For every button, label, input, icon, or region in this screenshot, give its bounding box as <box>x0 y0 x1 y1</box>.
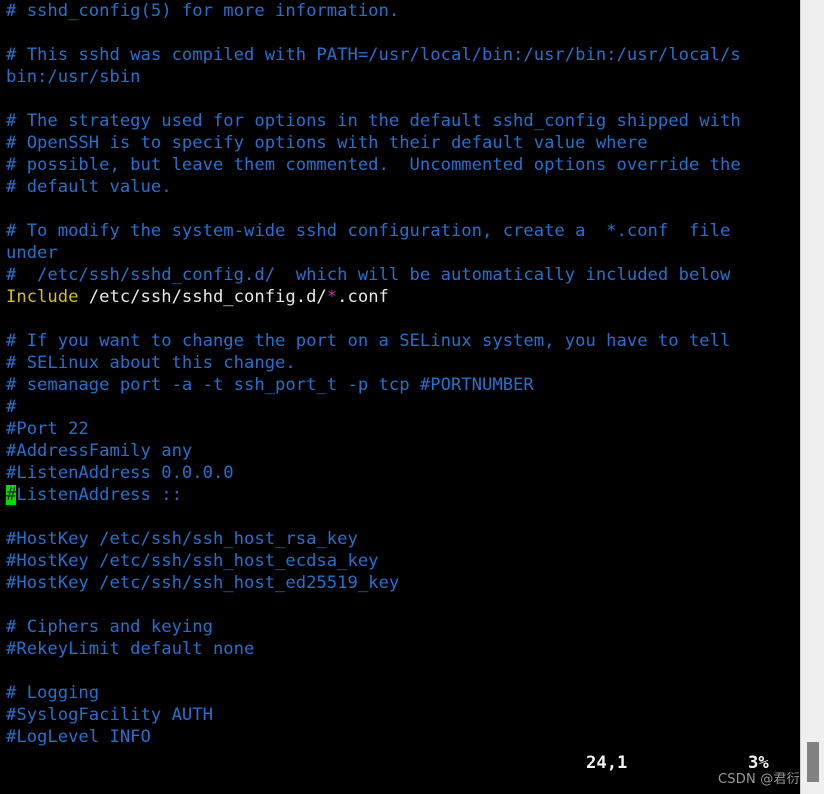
buffer-line[interactable]: bin:/usr/sbin <box>0 66 800 88</box>
buffer-line[interactable] <box>0 660 800 682</box>
buffer-line[interactable]: # /etc/ssh/sshd_config.d/ which will be … <box>0 264 800 286</box>
buffer-text: bin:/usr/sbin <box>6 67 141 87</box>
vertical-scrollbar[interactable] <box>800 0 824 794</box>
text-cursor: # <box>6 485 17 505</box>
buffer-text: # This sshd was compiled with PATH=/usr/… <box>6 45 741 65</box>
buffer-line[interactable]: # Logging <box>0 682 800 704</box>
buffer-text: # sshd_config(5) for more information. <box>6 1 400 21</box>
buffer-text: * <box>326 287 338 307</box>
buffer-text: # semanage port -a -t ssh_port_t -p tcp … <box>6 375 534 395</box>
buffer-text: Include <box>6 287 79 307</box>
buffer-text: #Port 22 <box>6 419 89 439</box>
buffer-text: # Logging <box>6 683 100 703</box>
buffer-line[interactable]: # SELinux about this change. <box>0 352 800 374</box>
buffer-text: #LogLevel INFO <box>6 727 151 747</box>
buffer-line[interactable]: # OpenSSH is to specify options with the… <box>0 132 800 154</box>
buffer-line[interactable]: Include /etc/ssh/sshd_config.d/*.conf <box>0 286 800 308</box>
buffer-line[interactable]: # semanage port -a -t ssh_port_t -p tcp … <box>0 374 800 396</box>
buffer-text: #RekeyLimit default none <box>6 639 255 659</box>
buffer-line[interactable] <box>0 594 800 616</box>
buffer-text: # default value. <box>6 177 172 197</box>
buffer-text: # If you want to change the port on a SE… <box>6 331 731 351</box>
buffer-line[interactable]: #ListenAddress :: <box>0 484 800 506</box>
buffer-line[interactable] <box>0 198 800 220</box>
cursor-position-indicator: 24,1 <box>586 753 628 773</box>
buffer-line[interactable]: #RekeyLimit default none <box>0 638 800 660</box>
buffer-text: .conf <box>337 287 389 307</box>
vim-status-line: 24,1 3% <box>0 748 800 794</box>
buffer-line[interactable]: # If you want to change the port on a SE… <box>0 330 800 352</box>
buffer-line[interactable]: # To modify the system-wide sshd configu… <box>0 220 800 242</box>
buffer-line[interactable]: #ListenAddress 0.0.0.0 <box>0 462 800 484</box>
buffer-line[interactable]: #LogLevel INFO <box>0 726 800 748</box>
buffer-text: ListenAddress :: <box>16 485 182 505</box>
buffer-line[interactable]: #AddressFamily any <box>0 440 800 462</box>
watermark-text: CSDN @君衍. <box>718 772 805 787</box>
buffer-text: #HostKey /etc/ssh/ssh_host_ed25519_key <box>6 573 400 593</box>
buffer-line[interactable]: # <box>0 396 800 418</box>
buffer-text: #HostKey /etc/ssh/ssh_host_rsa_key <box>6 529 358 549</box>
buffer-line[interactable]: #HostKey /etc/ssh/ssh_host_ecdsa_key <box>0 550 800 572</box>
buffer-line[interactable]: # This sshd was compiled with PATH=/usr/… <box>0 44 800 66</box>
buffer-text: #SyslogFacility AUTH <box>6 705 213 725</box>
buffer-line[interactable]: # default value. <box>0 176 800 198</box>
terminal-window: # sshd_config(5) for more information. # … <box>0 0 824 794</box>
buffer-line[interactable] <box>0 308 800 330</box>
buffer-text: # SELinux about this change. <box>6 353 296 373</box>
buffer-line[interactable]: # Ciphers and keying <box>0 616 800 638</box>
buffer-line[interactable] <box>0 22 800 44</box>
buffer-text: /etc/ssh/sshd_config.d/ <box>78 287 327 307</box>
buffer-line[interactable] <box>0 506 800 528</box>
buffer-line[interactable]: under <box>0 242 800 264</box>
buffer-text: #HostKey /etc/ssh/ssh_host_ecdsa_key <box>6 551 379 571</box>
buffer-line[interactable]: # possible, but leave them commented. Un… <box>0 154 800 176</box>
buffer-line[interactable]: #HostKey /etc/ssh/ssh_host_ed25519_key <box>0 572 800 594</box>
vim-text-buffer[interactable]: # sshd_config(5) for more information. # … <box>0 0 800 748</box>
buffer-text: # /etc/ssh/sshd_config.d/ which will be … <box>6 265 731 285</box>
buffer-line[interactable] <box>0 88 800 110</box>
buffer-text: # <box>6 397 17 417</box>
scrollbar-thumb[interactable] <box>807 742 819 782</box>
buffer-line[interactable]: #HostKey /etc/ssh/ssh_host_rsa_key <box>0 528 800 550</box>
buffer-line[interactable]: #Port 22 <box>0 418 800 440</box>
buffer-text: # Ciphers and keying <box>6 617 213 637</box>
buffer-line[interactable]: # The strategy used for options in the d… <box>0 110 800 132</box>
buffer-text: #AddressFamily any <box>6 441 193 461</box>
buffer-line[interactable]: # sshd_config(5) for more information. <box>0 0 800 22</box>
buffer-text: #ListenAddress 0.0.0.0 <box>6 463 234 483</box>
buffer-line[interactable]: #SyslogFacility AUTH <box>0 704 800 726</box>
buffer-text: # The strategy used for options in the d… <box>6 111 741 131</box>
buffer-text: # To modify the system-wide sshd configu… <box>6 221 731 241</box>
buffer-text: # OpenSSH is to specify options with the… <box>6 133 648 153</box>
buffer-text: under <box>6 243 58 263</box>
buffer-text: # possible, but leave them commented. Un… <box>6 155 741 175</box>
